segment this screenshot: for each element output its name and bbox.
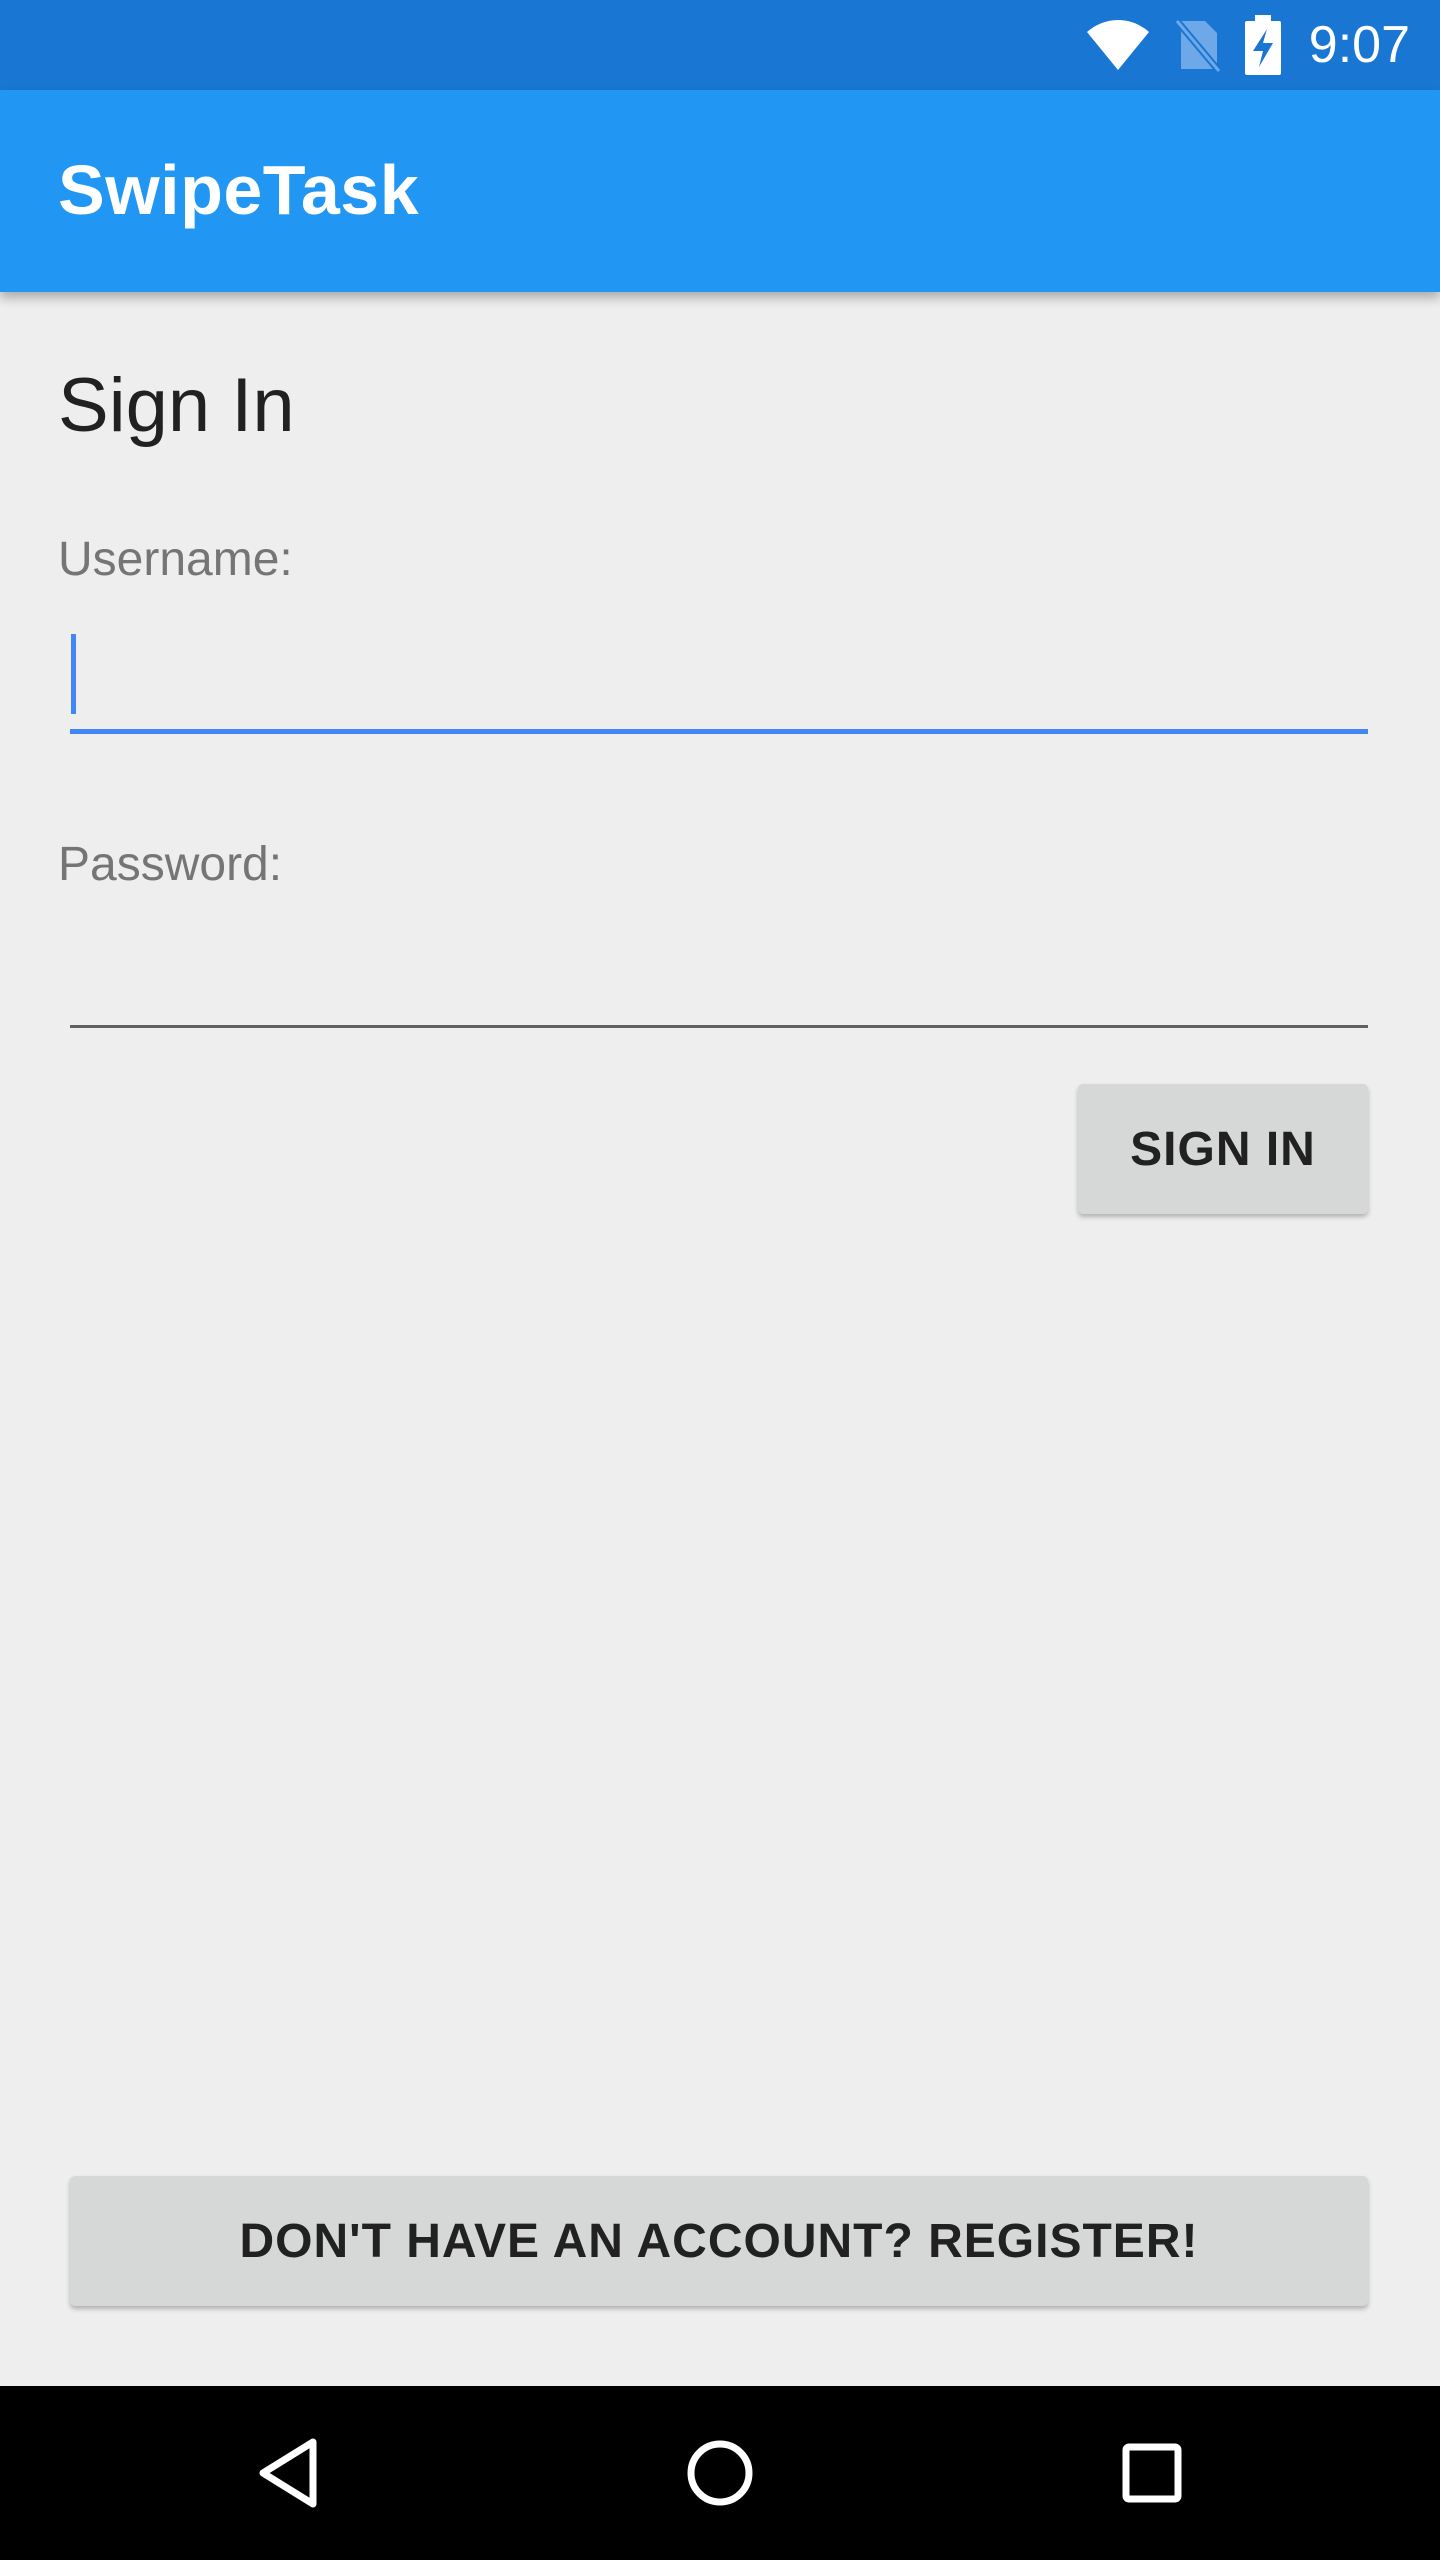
app-bar: SwipeTask bbox=[0, 90, 1440, 292]
app-title: SwipeTask bbox=[58, 151, 420, 229]
register-button[interactable]: DON'T HAVE AN ACCOUNT? REGISTER! bbox=[70, 2176, 1368, 2306]
status-time: 9:07 bbox=[1308, 16, 1410, 74]
recents-icon[interactable] bbox=[1102, 2423, 1202, 2523]
password-label: Password: bbox=[58, 838, 283, 891]
back-icon[interactable] bbox=[238, 2423, 338, 2523]
sign-in-form: Sign In Username: Password: SIGN IN DON'… bbox=[0, 292, 1440, 2386]
username-label: Username: bbox=[58, 533, 293, 586]
page-title: Sign In bbox=[58, 363, 295, 448]
battery-charging-icon bbox=[1243, 15, 1283, 75]
screen: 9:07 SwipeTask Sign In Username: Passwor… bbox=[0, 0, 1440, 2560]
username-field[interactable] bbox=[70, 624, 1368, 734]
wifi-icon bbox=[1085, 18, 1151, 72]
sign-in-button[interactable]: SIGN IN bbox=[1078, 1084, 1368, 1214]
text-cursor bbox=[71, 634, 76, 714]
password-field[interactable] bbox=[70, 918, 1368, 1028]
status-icons: 9:07 bbox=[1085, 0, 1410, 90]
navigation-bar bbox=[0, 2386, 1440, 2560]
status-bar: 9:07 bbox=[0, 0, 1440, 90]
home-icon[interactable] bbox=[670, 2423, 770, 2523]
no-sim-icon bbox=[1173, 17, 1221, 73]
